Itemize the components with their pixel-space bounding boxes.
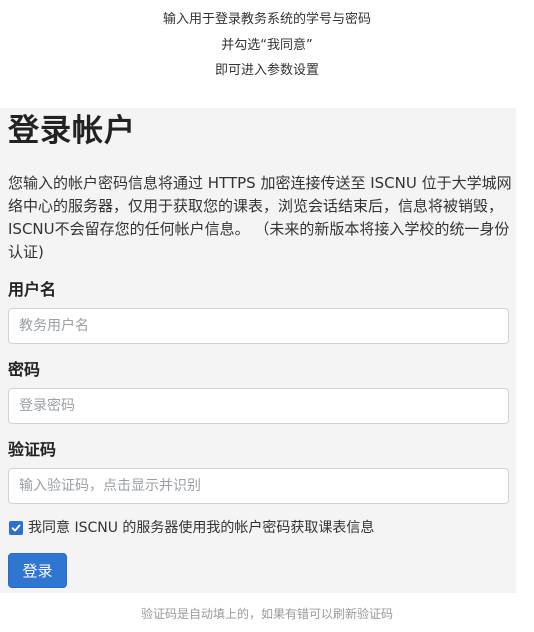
checkmark-icon — [11, 524, 21, 532]
agree-checkbox[interactable] — [9, 521, 23, 535]
instruction-line-1: 输入用于登录教务系统的学号与密码 — [162, 12, 371, 27]
page-title: 登录帐户 — [8, 113, 136, 149]
instruction-line-2: 并勾选“我同意” — [221, 38, 313, 53]
login-button[interactable]: 登录 — [8, 553, 67, 588]
password-input[interactable] — [8, 388, 509, 424]
username-label: 用户名 — [8, 280, 57, 299]
instruction-line-3: 即可进入参数设置 — [214, 63, 319, 78]
captcha-hint: 验证码是自动填上的，如果有错可以刷新验证码 — [140, 607, 393, 621]
username-input[interactable] — [8, 308, 509, 344]
password-label: 密码 — [8, 360, 41, 379]
privacy-description: 您输入的帐户密码信息将通过 HTTPS 加密连接传送至 ISCNU 位于大学城网… — [8, 174, 512, 261]
agree-row[interactable]: 我同意 ISCNU 的服务器使用我的帐户密码获取课表信息 — [9, 518, 374, 538]
captcha-label: 验证码 — [8, 440, 57, 459]
agree-label: 我同意 ISCNU 的服务器使用我的帐户密码获取课表信息 — [28, 520, 375, 536]
captcha-input[interactable] — [8, 468, 509, 504]
